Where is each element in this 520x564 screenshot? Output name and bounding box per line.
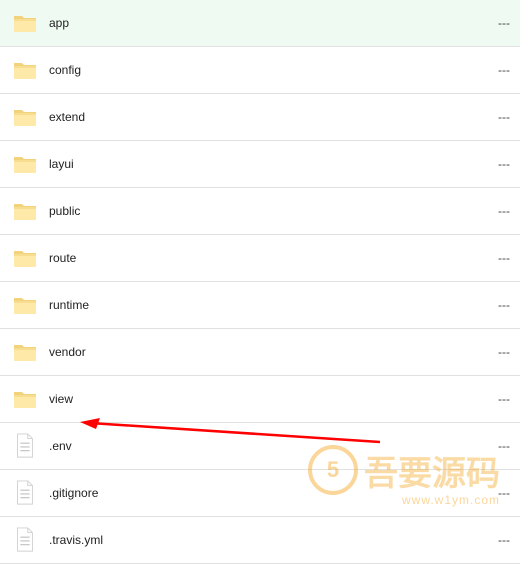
file-icon — [12, 480, 38, 506]
folder-icon — [12, 57, 38, 83]
file-row[interactable]: vendor --- — [0, 329, 520, 376]
file-row[interactable]: .env --- — [0, 423, 520, 470]
file-size: --- — [470, 345, 510, 359]
file-row[interactable]: .gitignore --- — [0, 470, 520, 517]
file-size: --- — [470, 439, 510, 453]
file-row[interactable]: layui --- — [0, 141, 520, 188]
folder-icon — [12, 292, 38, 318]
file-icon — [12, 433, 38, 459]
folder-icon — [12, 104, 38, 130]
file-size: --- — [470, 533, 510, 547]
file-row[interactable]: route --- — [0, 235, 520, 282]
file-row[interactable]: .travis.yml --- — [0, 517, 520, 564]
file-row[interactable]: public --- — [0, 188, 520, 235]
file-size: --- — [470, 251, 510, 265]
file-size: --- — [470, 204, 510, 218]
file-name: vendor — [47, 345, 470, 359]
file-size: --- — [470, 110, 510, 124]
file-name: layui — [47, 157, 470, 171]
file-row[interactable]: view --- — [0, 376, 520, 423]
file-name: app — [47, 16, 470, 30]
file-name: extend — [47, 110, 470, 124]
file-size: --- — [470, 486, 510, 500]
folder-icon — [12, 198, 38, 224]
file-row[interactable]: app --- — [0, 0, 520, 47]
file-size: --- — [470, 298, 510, 312]
file-list: app --- config --- extend --- layui --- … — [0, 0, 520, 564]
file-row[interactable]: runtime --- — [0, 282, 520, 329]
folder-icon — [12, 339, 38, 365]
file-name: public — [47, 204, 470, 218]
file-icon — [12, 527, 38, 553]
folder-icon — [12, 386, 38, 412]
file-size: --- — [470, 392, 510, 406]
file-name: config — [47, 63, 470, 77]
folder-icon — [12, 151, 38, 177]
folder-icon — [12, 245, 38, 271]
file-size: --- — [470, 63, 510, 77]
file-name: .env — [47, 439, 470, 453]
file-name: view — [47, 392, 470, 406]
file-name: runtime — [47, 298, 470, 312]
file-size: --- — [470, 157, 510, 171]
file-size: --- — [470, 16, 510, 30]
file-name: route — [47, 251, 470, 265]
file-name: .travis.yml — [47, 533, 470, 547]
folder-icon — [12, 10, 38, 36]
file-name: .gitignore — [47, 486, 470, 500]
file-row[interactable]: extend --- — [0, 94, 520, 141]
file-row[interactable]: config --- — [0, 47, 520, 94]
